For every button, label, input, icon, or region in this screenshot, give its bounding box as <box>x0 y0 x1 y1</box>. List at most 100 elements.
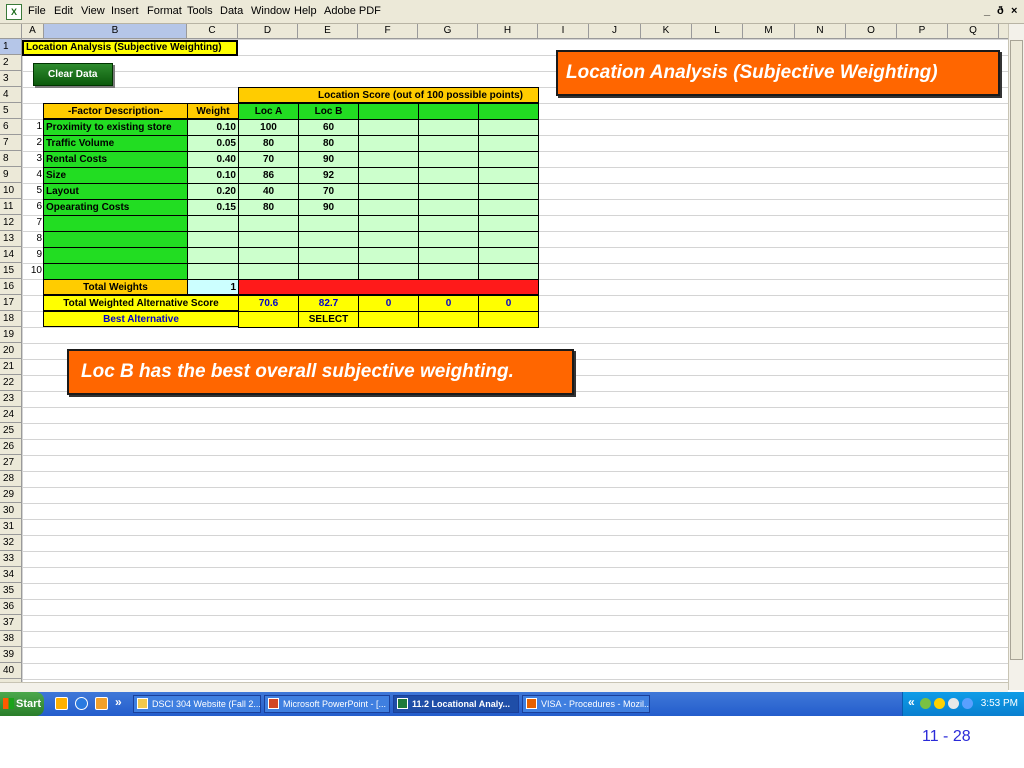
loc-a-score-cell[interactable]: 80 <box>238 135 299 152</box>
row-header[interactable]: 35 <box>0 583 21 599</box>
menu-view[interactable]: View <box>81 5 105 17</box>
loc-a-score-cell[interactable] <box>238 263 299 280</box>
loc-a-score-cell[interactable]: 86 <box>238 167 299 184</box>
row-header[interactable]: 8 <box>0 151 21 167</box>
row-header[interactable]: 28 <box>0 471 21 487</box>
row-header[interactable]: 7 <box>0 135 21 151</box>
loc-a-score-cell[interactable]: 40 <box>238 183 299 200</box>
row-header[interactable]: 15 <box>0 263 21 279</box>
column-header-p[interactable]: P <box>897 24 948 38</box>
factor-weight-cell[interactable] <box>187 263 239 280</box>
factor-name-cell[interactable]: Rental Costs <box>43 151 188 168</box>
start-button[interactable]: Start <box>0 692 44 716</box>
row-header[interactable]: 13 <box>0 231 21 247</box>
menu-window[interactable]: Window <box>251 5 290 17</box>
column-header-e[interactable]: E <box>298 24 358 38</box>
tray-network-icon[interactable] <box>920 698 931 709</box>
loc-b-score-cell[interactable]: 90 <box>298 199 359 216</box>
row-header[interactable]: 39 <box>0 647 21 663</box>
spreadsheet[interactable]: A B C D E F G H I J K L M N O P Q 123456… <box>0 24 1008 682</box>
loc-score-cell[interactable] <box>358 135 419 152</box>
factor-name-cell[interactable] <box>43 215 188 232</box>
factor-name-cell[interactable] <box>43 247 188 264</box>
row-header[interactable]: 3 <box>0 71 21 87</box>
loc-a-score-cell[interactable]: 70 <box>238 151 299 168</box>
row-header[interactable]: 6 <box>0 119 21 135</box>
select-all-corner[interactable] <box>0 24 22 38</box>
loc-score-cell[interactable] <box>478 247 539 264</box>
loc-a-score-cell[interactable]: 80 <box>238 199 299 216</box>
row-header[interactable]: 30 <box>0 503 21 519</box>
loc-score-cell[interactable] <box>478 199 539 216</box>
taskbar-clock[interactable]: 3:53 PM <box>981 692 1018 716</box>
column-header-f[interactable]: F <box>358 24 418 38</box>
loc-score-cell[interactable] <box>478 119 539 136</box>
close-icon[interactable]: × <box>1011 5 1017 17</box>
row-header[interactable]: 4 <box>0 87 21 103</box>
tray-shield-icon[interactable] <box>934 698 945 709</box>
column-header-n[interactable]: N <box>795 24 846 38</box>
total-weights-value[interactable]: 1 <box>187 279 239 295</box>
taskbar-task-button[interactable]: VISA - Procedures - Mozil... <box>522 695 650 713</box>
horizontal-scrollbar[interactable] <box>0 682 1008 692</box>
column-header-o[interactable]: O <box>846 24 897 38</box>
loc-b-score-cell[interactable] <box>298 215 359 232</box>
loc-score-cell[interactable] <box>478 231 539 248</box>
column-header-g[interactable]: G <box>418 24 478 38</box>
loc-score-cell[interactable] <box>358 167 419 184</box>
menu-tools[interactable]: Tools <box>187 5 213 17</box>
loc-score-cell[interactable] <box>418 231 479 248</box>
menu-file[interactable]: File <box>28 5 46 17</box>
row-header[interactable]: 40 <box>0 663 21 679</box>
menu-adobe-pdf[interactable]: Adobe PDF <box>324 5 381 17</box>
loc-b-score-cell[interactable]: 70 <box>298 183 359 200</box>
factor-name-cell[interactable] <box>43 231 188 248</box>
loc-score-cell[interactable] <box>358 151 419 168</box>
quicklaunch-ie-icon[interactable] <box>75 697 88 710</box>
loc-score-cell[interactable] <box>358 183 419 200</box>
loc-a-score-cell[interactable] <box>238 247 299 264</box>
menu-data[interactable]: Data <box>220 5 243 17</box>
row-header[interactable]: 5 <box>0 103 21 119</box>
row-header[interactable]: 9 <box>0 167 21 183</box>
quicklaunch-chevron[interactable]: » <box>115 695 122 709</box>
taskbar-task-button[interactable]: 11.2 Locational Analy... <box>393 695 519 713</box>
taskbar-task-button[interactable]: Microsoft PowerPoint - [... <box>264 695 390 713</box>
column-header-a[interactable]: A <box>22 24 44 38</box>
factor-name-cell[interactable]: Layout <box>43 183 188 200</box>
tray-update-icon[interactable] <box>962 698 973 709</box>
loc-score-cell[interactable] <box>478 167 539 184</box>
row-header[interactable]: 34 <box>0 567 21 583</box>
loc-score-cell[interactable] <box>418 167 479 184</box>
quicklaunch-outlook-icon[interactable] <box>95 697 108 710</box>
loc-b-score-cell[interactable]: 60 <box>298 119 359 136</box>
row-header[interactable]: 19 <box>0 327 21 343</box>
taskbar-task-button[interactable]: DSCI 304 Website (Fall 2... <box>133 695 261 713</box>
loc-score-cell[interactable] <box>478 215 539 232</box>
column-header-k[interactable]: K <box>641 24 692 38</box>
factor-weight-cell[interactable]: 0.10 <box>187 119 239 136</box>
row-header[interactable]: 17 <box>0 295 21 311</box>
row-header[interactable]: 10 <box>0 183 21 199</box>
loc-score-cell[interactable] <box>358 231 419 248</box>
menu-help[interactable]: Help <box>294 5 317 17</box>
factor-name-cell[interactable]: Traffic Volume <box>43 135 188 152</box>
loc-score-cell[interactable] <box>418 215 479 232</box>
factor-weight-cell[interactable]: 0.05 <box>187 135 239 152</box>
row-header[interactable]: 24 <box>0 407 21 423</box>
factor-name-cell[interactable] <box>43 263 188 280</box>
loc-score-cell[interactable] <box>418 135 479 152</box>
row-header[interactable]: 1 <box>0 39 21 55</box>
loc-score-cell[interactable] <box>478 263 539 280</box>
row-header[interactable]: 23 <box>0 391 21 407</box>
loc-b-score-cell[interactable] <box>298 231 359 248</box>
minimize-icon[interactable]: _ <box>984 5 990 17</box>
factor-weight-cell[interactable] <box>187 215 239 232</box>
row-header[interactable]: 11 <box>0 199 21 215</box>
tray-expand-chevron[interactable]: « <box>908 695 915 709</box>
row-header[interactable]: 18 <box>0 311 21 327</box>
restore-icon[interactable]: ð <box>997 5 1004 17</box>
loc-b-score-cell[interactable]: 90 <box>298 151 359 168</box>
row-header[interactable]: 20 <box>0 343 21 359</box>
row-header[interactable]: 26 <box>0 439 21 455</box>
